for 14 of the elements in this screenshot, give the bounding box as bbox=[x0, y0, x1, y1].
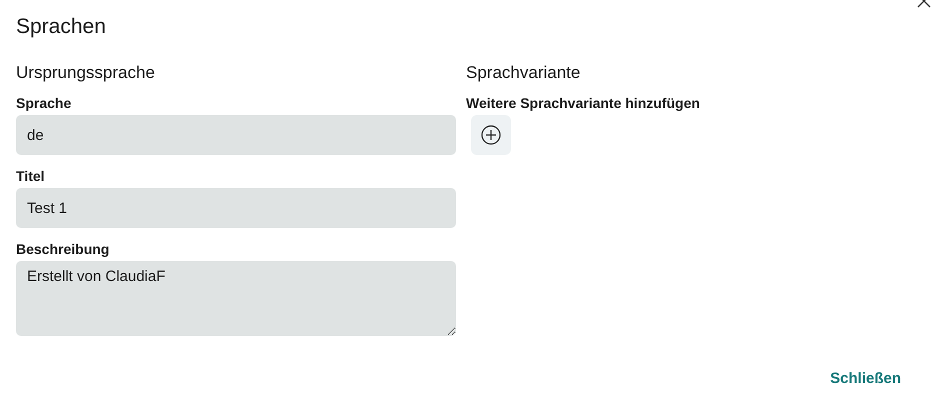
field-label: Weitere Sprachvariante hinzufügen bbox=[466, 94, 700, 112]
close-icon[interactable] bbox=[917, 0, 931, 9]
field-label: Sprache bbox=[16, 94, 72, 112]
plus-circle-icon bbox=[481, 125, 501, 145]
input-field[interactable]: de bbox=[16, 115, 456, 155]
field-label: Titel bbox=[16, 167, 46, 185]
section-heading: Ursprungssprache bbox=[16, 62, 156, 84]
close-button[interactable]: Schließen bbox=[830, 366, 901, 391]
dialog-title: Sprachen bbox=[16, 14, 107, 40]
section-heading: Sprachvariante bbox=[466, 62, 582, 84]
input-field[interactable]: Test 1 bbox=[16, 188, 456, 228]
field-label: Beschreibung bbox=[16, 240, 110, 258]
text-area[interactable]: Erstellt von ClaudiaF bbox=[16, 261, 456, 336]
add-button[interactable] bbox=[471, 115, 511, 155]
